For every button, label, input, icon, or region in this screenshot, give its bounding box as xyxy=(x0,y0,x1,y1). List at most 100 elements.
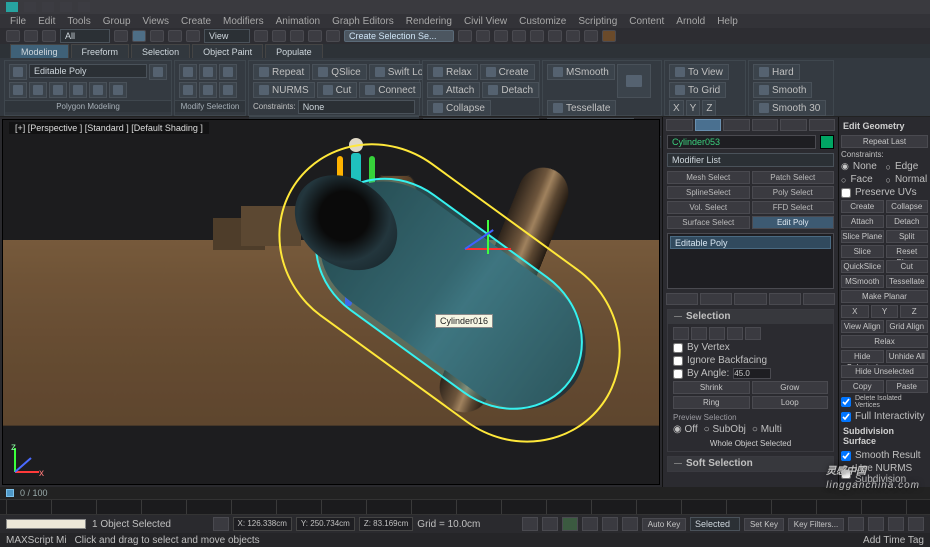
toview-button[interactable]: To View xyxy=(669,64,729,80)
sliceplane-button[interactable]: Slice Plane xyxy=(841,230,884,243)
collapse-button[interactable]: Collapse xyxy=(427,100,491,116)
nav-maxmin-icon[interactable] xyxy=(908,517,924,531)
preview-multi-radio[interactable]: ○ Multi xyxy=(752,424,782,435)
tb-rotate-icon[interactable] xyxy=(150,30,164,42)
delete-iso-check[interactable]: Delete Isolated Vertices xyxy=(841,395,928,409)
subobj-border-icon[interactable] xyxy=(29,82,47,98)
modsel-dot-button[interactable] xyxy=(199,82,217,98)
autokey-button[interactable]: Auto Key xyxy=(642,518,686,531)
loop-button[interactable]: Loop xyxy=(752,396,829,409)
tb-render-icon[interactable] xyxy=(566,30,580,42)
menu-rendering[interactable]: Rendering xyxy=(402,16,456,27)
workspace-select[interactable]: All xyxy=(60,29,110,43)
ribbon-tab-modeling[interactable]: Modeling xyxy=(10,44,69,58)
sel-element-icon[interactable] xyxy=(745,327,761,340)
slice-button[interactable]: Slice xyxy=(841,245,884,258)
cons-face[interactable]: ○ Face xyxy=(841,174,884,185)
tessellate-button[interactable]: Tessellate xyxy=(547,100,616,116)
tb-layers-icon[interactable] xyxy=(494,30,508,42)
cp-motion-tab[interactable] xyxy=(752,119,779,131)
object-color-swatch[interactable] xyxy=(820,135,834,149)
poly-opt2-button[interactable] xyxy=(89,82,107,98)
copy-button[interactable]: Copy xyxy=(841,380,884,393)
coord-z[interactable]: Z: 83.169cm xyxy=(359,517,413,531)
so-poly-select[interactable]: Poly Select xyxy=(752,186,835,199)
tb-schematic-icon[interactable] xyxy=(530,30,544,42)
subobj-edge-icon[interactable] xyxy=(9,82,27,98)
gizmo-z-axis[interactable] xyxy=(464,229,493,250)
tb-material-icon[interactable] xyxy=(548,30,562,42)
menu-scripting[interactable]: Scripting xyxy=(574,16,621,27)
smooth30-button[interactable]: Smooth 30 xyxy=(753,100,826,116)
paste-button[interactable]: Paste xyxy=(886,380,929,393)
eg-attach-button[interactable]: Attach xyxy=(841,215,884,228)
keymode-button[interactable] xyxy=(622,517,638,531)
relax-button[interactable]: Relax xyxy=(427,64,478,80)
resetplane-button[interactable]: Reset Plane xyxy=(886,245,929,258)
gridalign-button[interactable]: Grid Align xyxy=(886,320,929,333)
tb-snap-icon[interactable] xyxy=(272,30,286,42)
cons-normal[interactable]: ○ Normal xyxy=(886,174,929,185)
menu-edit[interactable]: Edit xyxy=(34,16,59,27)
subobj-element-icon[interactable] xyxy=(69,82,87,98)
tb-select-icon[interactable] xyxy=(6,30,20,42)
tb-angle-icon[interactable] xyxy=(290,30,304,42)
menu-help[interactable]: Help xyxy=(713,16,742,27)
coord-x[interactable]: X: 126.338cm xyxy=(233,517,292,531)
so-ffd-select[interactable]: FFD Select xyxy=(752,201,835,214)
alignz-button[interactable]: Z xyxy=(702,100,716,116)
split-button[interactable]: Split xyxy=(886,230,929,243)
next-frame-button[interactable] xyxy=(582,517,598,531)
ribbon-tab-populate[interactable]: Populate xyxy=(265,44,323,58)
repeat-button[interactable]: Repeat xyxy=(253,64,310,80)
poly-opt1-button[interactable] xyxy=(149,64,167,80)
play-button[interactable] xyxy=(562,517,578,531)
sel-vertex-icon[interactable] xyxy=(673,327,689,340)
preserveuv-check[interactable]: Preserve UVs xyxy=(841,187,928,198)
preview-subobj-radio[interactable]: ○ SubObj xyxy=(704,424,746,435)
qat-save[interactable] xyxy=(42,2,54,12)
cp-display-tab[interactable] xyxy=(780,119,807,131)
menu-content[interactable]: Content xyxy=(625,16,668,27)
stack-config-button[interactable] xyxy=(803,293,835,305)
tb-rendframe-icon[interactable] xyxy=(584,30,598,42)
so-vol-select[interactable]: Vol. Select xyxy=(667,201,750,214)
ribbon-tab-selection[interactable]: Selection xyxy=(131,44,190,58)
hideunsel-button[interactable]: Hide Unselected xyxy=(841,365,928,378)
setkey-button[interactable]: Set Key xyxy=(744,518,784,531)
gizmo-y-axis[interactable] xyxy=(487,220,489,254)
cons-edge[interactable]: ○ Edge xyxy=(886,161,929,172)
rollout-softsel-header[interactable]: Soft Selection xyxy=(668,457,833,471)
menu-file[interactable]: File xyxy=(6,16,30,27)
named-selset[interactable]: Create Selection Se... xyxy=(344,30,454,42)
smoothres-check[interactable]: Smooth Result xyxy=(841,450,928,461)
lock-icon[interactable] xyxy=(213,517,229,531)
smoothvis-button[interactable]: Smooth xyxy=(753,82,812,98)
full-inter-check[interactable]: Full Interactivity xyxy=(841,411,928,422)
add-time-tag[interactable]: Add Time Tag xyxy=(863,535,924,546)
planarx-button[interactable]: X xyxy=(841,305,869,318)
object-name-input[interactable] xyxy=(667,135,816,149)
sel-border-icon[interactable] xyxy=(709,327,725,340)
goto-start-button[interactable] xyxy=(522,517,538,531)
modsel-grow-button[interactable] xyxy=(179,64,197,80)
modifier-stack[interactable]: Editable Poly xyxy=(667,233,834,289)
eg-collapse-button[interactable]: Collapse xyxy=(886,200,929,213)
modsel-shrink-button[interactable] xyxy=(199,64,217,80)
subobj-polygon-icon[interactable] xyxy=(49,82,67,98)
grow-button[interactable]: Grow xyxy=(752,381,829,394)
makeplanar-button[interactable] xyxy=(617,64,651,98)
maxscript-listener[interactable] xyxy=(6,519,86,529)
modsel-ring-button[interactable] xyxy=(179,82,197,98)
eg-relax-button[interactable]: Relax xyxy=(841,335,928,348)
aligny-button[interactable]: Y xyxy=(686,100,701,116)
eg-tess-button[interactable]: Tessellate xyxy=(886,275,929,288)
tb-move-icon[interactable] xyxy=(132,30,146,42)
tb-spinner-icon[interactable] xyxy=(326,30,340,42)
tb-unlink-icon[interactable] xyxy=(42,30,56,42)
togrid-button[interactable]: To Grid xyxy=(669,82,726,98)
shrink-button[interactable]: Shrink xyxy=(673,381,750,394)
menu-tools[interactable]: Tools xyxy=(63,16,94,27)
byvertex-check[interactable]: By Vertex xyxy=(673,342,828,353)
tb-align-icon[interactable] xyxy=(476,30,490,42)
